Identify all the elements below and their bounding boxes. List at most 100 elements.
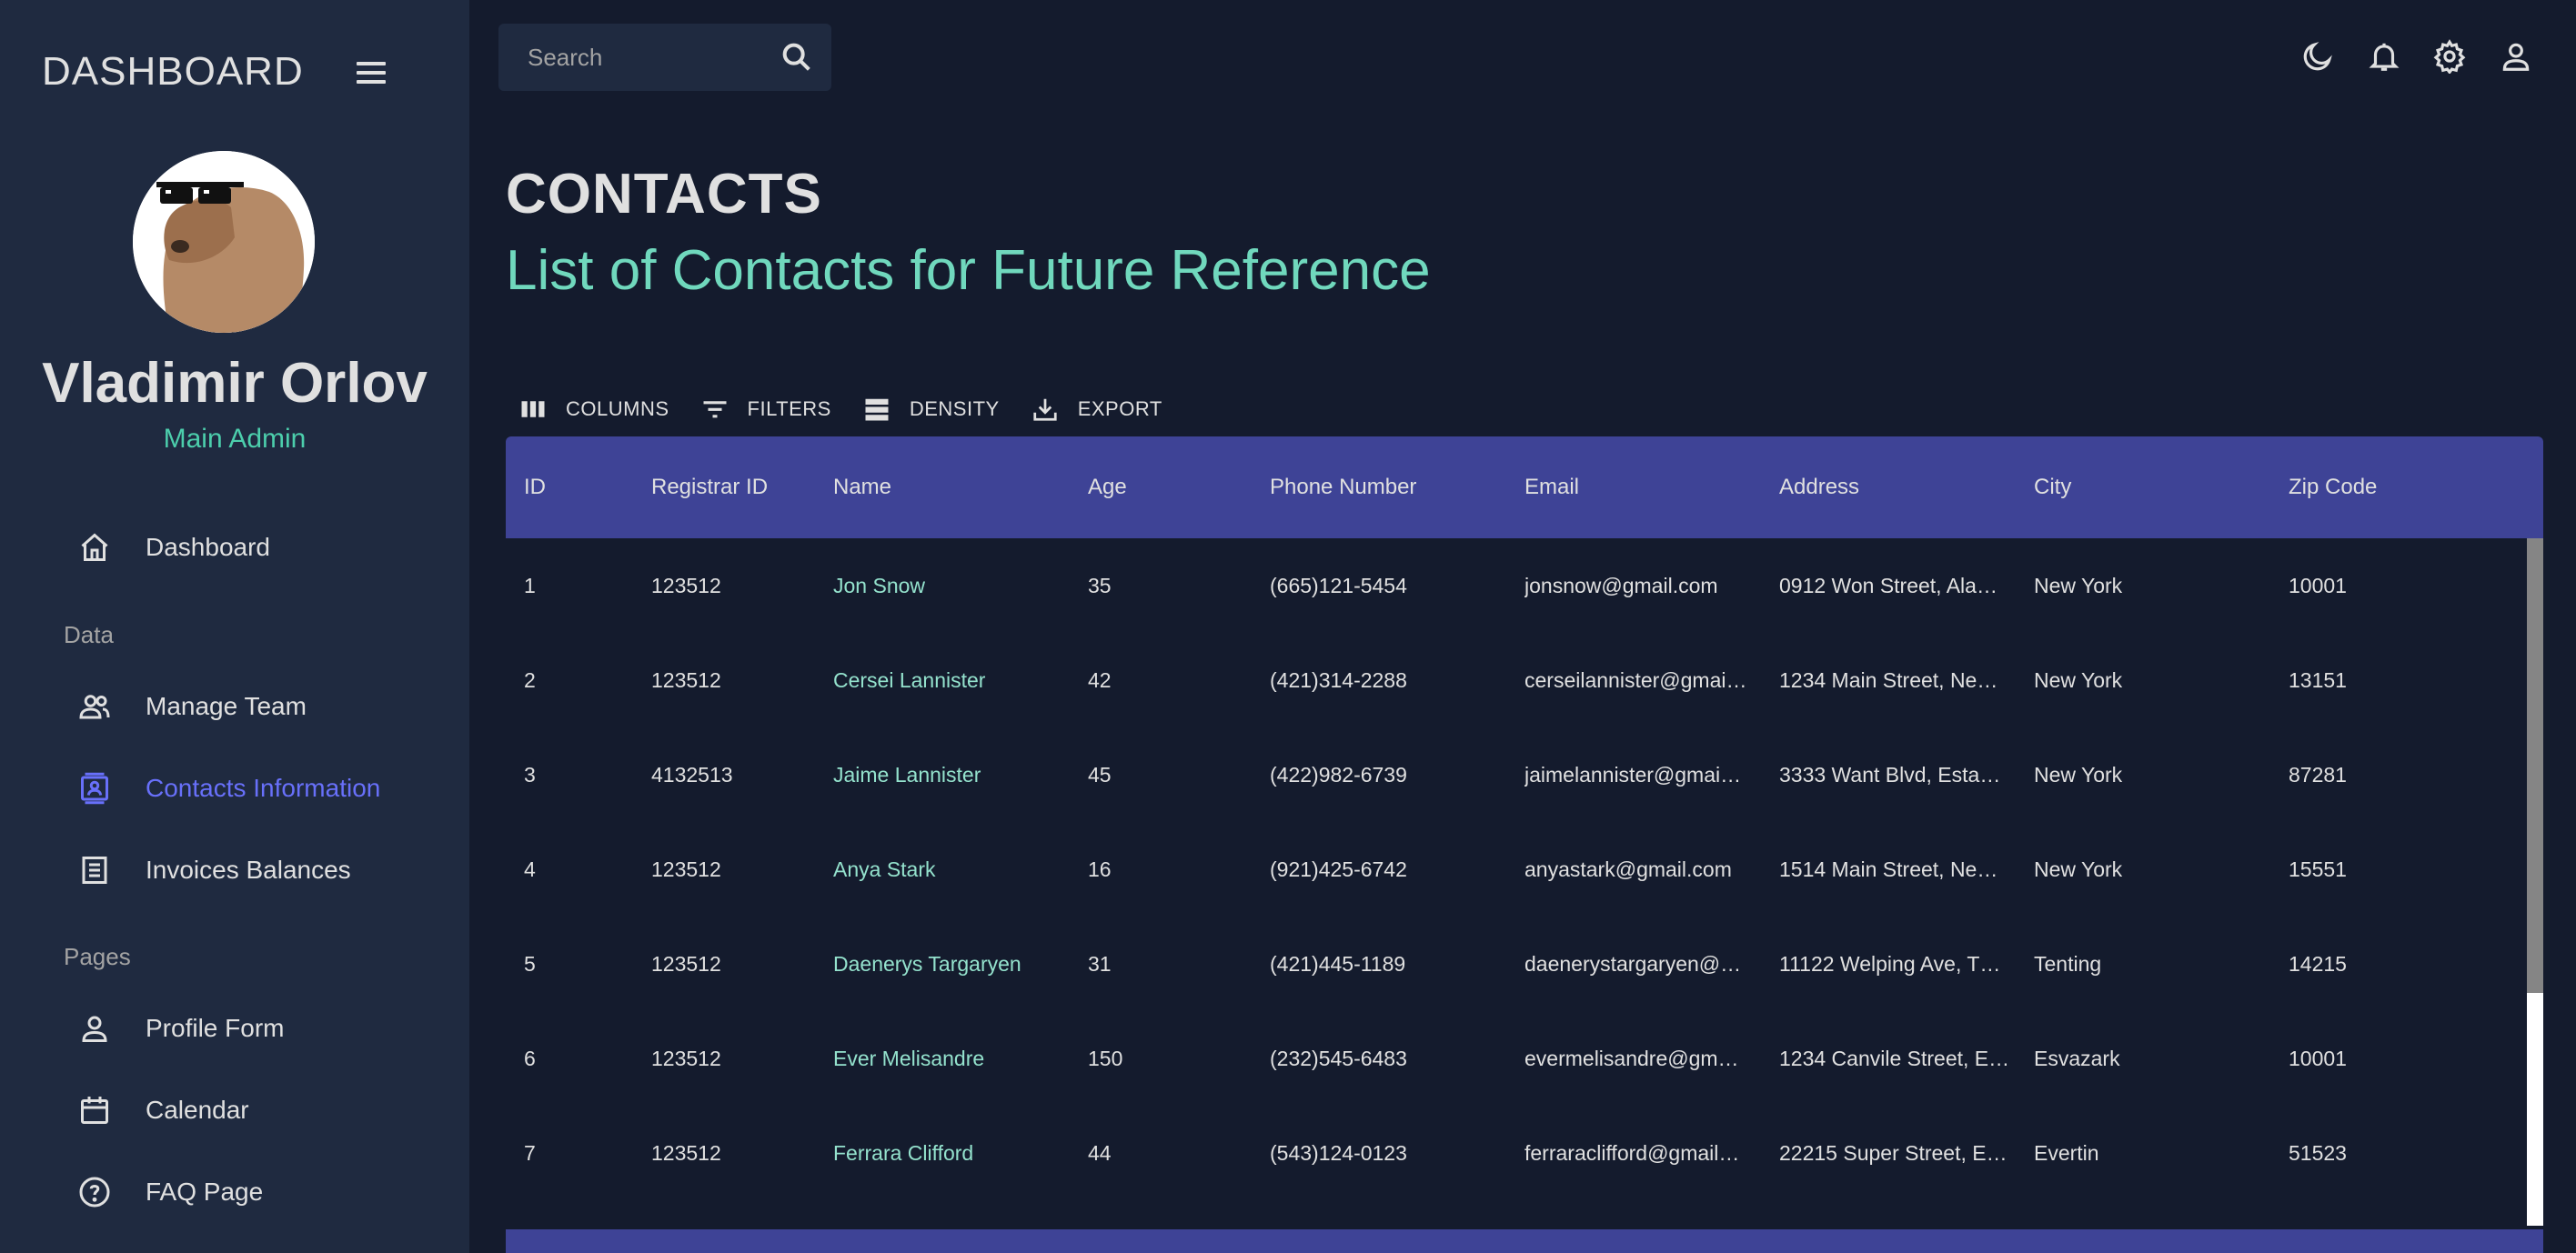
help-icon <box>76 1174 113 1210</box>
export-label: EXPORT <box>1077 397 1162 420</box>
column-header-city[interactable]: City <box>2034 436 2071 538</box>
cell-zip: 10001 <box>2289 574 2347 597</box>
page-title: CONTACTS <box>506 163 822 226</box>
column-header-age[interactable]: Age <box>1088 436 1127 538</box>
column-header-email[interactable]: Email <box>1524 436 1579 538</box>
account-icon[interactable] <box>2496 36 2536 76</box>
cell-age: 42 <box>1088 668 1112 692</box>
cell-email: jonsnow@gmail.com <box>1524 574 1718 597</box>
sidebar-item-label: Invoices Balances <box>146 856 351 884</box>
cell-phone: (543)124-0123 <box>1270 1141 1407 1165</box>
cell-zip: 10001 <box>2289 1047 2347 1070</box>
column-header-name[interactable]: Name <box>833 436 891 538</box>
table-row[interactable]: 4 123512 Anya Stark 16 (921)425-6742 any… <box>506 822 2527 917</box>
cell-address: 22215 Super Street, E… <box>1779 1141 2007 1165</box>
notifications-icon[interactable] <box>2364 36 2404 76</box>
cell-email: evermelisandre@gm… <box>1524 1047 1739 1070</box>
sidebar-item-label: FAQ Page <box>146 1178 264 1206</box>
cell-id: 5 <box>524 952 536 976</box>
sidebar-item-profile-form[interactable]: Profile Form <box>76 1003 284 1054</box>
cell-city: Evertin <box>2034 1141 2099 1165</box>
cell-email: daenerystargaryen@… <box>1524 952 1742 976</box>
filters-label: FILTERS <box>747 397 831 420</box>
cell-address: 0912 Won Street, Ala… <box>1779 574 1997 597</box>
download-icon <box>1031 395 1060 424</box>
density-icon <box>862 395 891 424</box>
sidebar-item-label: Contacts Information <box>146 774 381 802</box>
section-label-data: Data <box>64 621 114 648</box>
table-header: ID Registrar ID Name Age Phone Number Em… <box>506 436 2543 538</box>
menu-toggle-icon[interactable] <box>353 56 389 89</box>
sidebar: DASHBOARD Vladimir Orlov Main Admin Dash… <box>0 0 469 1253</box>
table-scrollbar[interactable] <box>2527 538 2543 1226</box>
section-label-pages: Pages <box>64 943 131 970</box>
scrollbar-thumb[interactable] <box>2527 538 2543 993</box>
search-icon[interactable] <box>779 39 815 75</box>
search-bar <box>498 24 831 91</box>
people-icon <box>76 688 113 725</box>
contacts-icon <box>76 770 113 807</box>
cell-address: 1234 Main Street, Ne… <box>1779 668 1998 692</box>
cell-email: cerseilannister@gmai… <box>1524 668 1747 692</box>
cell-email: ferraraclifford@gmail… <box>1524 1141 1740 1165</box>
cell-name: Jon Snow <box>833 574 926 597</box>
cell-zip: 13151 <box>2289 668 2347 692</box>
cell-phone: (421)445-1189 <box>1270 952 1406 976</box>
cell-city: New York <box>2034 574 2123 597</box>
export-button[interactable]: EXPORT <box>1031 395 1162 424</box>
filters-button[interactable]: FILTERS <box>700 395 831 424</box>
settings-icon[interactable] <box>2430 36 2470 76</box>
cell-age: 35 <box>1088 574 1112 597</box>
home-icon <box>76 529 113 566</box>
page-subtitle: List of Contacts for Future Reference <box>506 239 1431 302</box>
column-header-zip[interactable]: Zip Code <box>2289 436 2377 538</box>
cell-name: Anya Stark <box>833 857 936 881</box>
cell-city: Esvazark <box>2034 1047 2120 1070</box>
cell-age: 150 <box>1088 1047 1123 1070</box>
table-row[interactable]: 3 4132513 Jaime Lannister 45 (422)982-67… <box>506 727 2527 822</box>
contacts-table: ID Registrar ID Name Age Phone Number Em… <box>506 436 2543 1253</box>
cell-id: 7 <box>524 1141 536 1165</box>
table-row[interactable]: 1 123512 Jon Snow 35 (665)121-5454 jonsn… <box>506 538 2527 633</box>
sidebar-item-label: Manage Team <box>146 692 307 720</box>
sidebar-item-contacts[interactable]: Contacts Information <box>76 763 380 814</box>
cell-age: 16 <box>1088 857 1112 881</box>
cell-age: 44 <box>1088 1141 1112 1165</box>
cell-name: Daenerys Targaryen <box>833 952 1021 976</box>
sidebar-item-invoices[interactable]: Invoices Balances <box>76 845 351 896</box>
receipt-icon <box>76 852 113 888</box>
sidebar-item-manage-team[interactable]: Manage Team <box>76 681 307 732</box>
avatar <box>133 151 315 333</box>
cell-email: jaimelannister@gmai… <box>1524 763 1742 787</box>
table-row[interactable]: 2 123512 Cersei Lannister 42 (421)314-22… <box>506 633 2527 727</box>
column-header-phone[interactable]: Phone Number <box>1270 436 1416 538</box>
cell-zip: 14215 <box>2289 952 2347 976</box>
column-header-registrar-id[interactable]: Registrar ID <box>651 436 768 538</box>
density-button[interactable]: DENSITY <box>862 395 1000 424</box>
sidebar-item-calendar[interactable]: Calendar <box>76 1085 249 1136</box>
brand-title: DASHBOARD <box>42 49 304 94</box>
sidebar-item-faq[interactable]: FAQ Page <box>76 1167 263 1218</box>
density-label: DENSITY <box>909 397 1000 420</box>
column-header-id[interactable]: ID <box>524 436 546 538</box>
cell-name: Ever Melisandre <box>833 1047 985 1070</box>
table-row[interactable]: 7 123512 Ferrara Clifford 44 (543)124-01… <box>506 1106 2527 1200</box>
cell-phone: (421)314-2288 <box>1270 668 1407 692</box>
search-input[interactable] <box>528 43 755 72</box>
cell-zip: 87281 <box>2289 763 2347 787</box>
cell-zip: 51523 <box>2289 1141 2347 1165</box>
column-header-address[interactable]: Address <box>1779 436 1859 538</box>
columns-button[interactable]: COLUMNS <box>518 395 669 424</box>
table-row[interactable]: 6 123512 Ever Melisandre 150 (232)545-64… <box>506 1011 2527 1106</box>
cell-id: 2 <box>524 668 536 692</box>
dark-mode-icon[interactable] <box>2298 36 2338 76</box>
cell-registrar-id: 4132513 <box>651 763 733 787</box>
sidebar-item-dashboard[interactable]: Dashboard <box>76 522 270 573</box>
columns-icon <box>518 395 548 424</box>
table-row[interactable]: 5 123512 Daenerys Targaryen 31 (421)445-… <box>506 917 2527 1011</box>
cell-city: New York <box>2034 857 2123 881</box>
person-icon <box>76 1010 113 1047</box>
user-role: Main Admin <box>163 424 307 454</box>
cell-registrar-id: 123512 <box>651 952 721 976</box>
cell-registrar-id: 123512 <box>651 1141 721 1165</box>
